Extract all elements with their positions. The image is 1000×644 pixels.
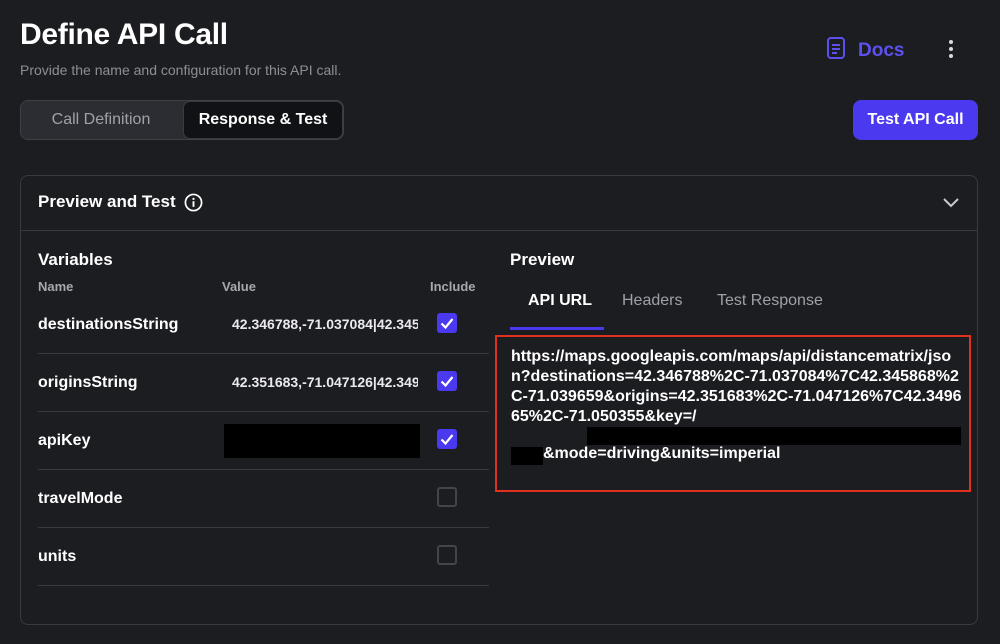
- variable-name: travelMode: [38, 490, 123, 507]
- panel-title: Preview and Test: [38, 192, 176, 211]
- tab-switcher: Call Definition Response & Test: [20, 100, 344, 140]
- chevron-down-icon[interactable]: [942, 195, 960, 213]
- include-checkbox[interactable]: [437, 487, 457, 507]
- variable-name: destinationsString: [38, 316, 179, 333]
- redacted-key: [511, 447, 543, 465]
- variable-row-origins: originsString 42.351683,-71.047126|42.34…: [38, 354, 489, 412]
- test-api-call-button[interactable]: Test API Call: [853, 100, 978, 140]
- column-header-include: Include: [430, 279, 476, 294]
- variable-value-input[interactable]: 42.351683,-71.047126|42.349665,-71.05035…: [232, 374, 418, 390]
- tab-call-definition[interactable]: Call Definition: [21, 101, 181, 139]
- column-header-name: Name: [38, 279, 74, 294]
- column-header-value: Value: [222, 279, 256, 294]
- docs-label: Docs: [858, 39, 905, 61]
- include-checkbox[interactable]: [437, 429, 457, 449]
- page-subtitle: Provide the name and configuration for t…: [20, 62, 342, 78]
- tab-test-response[interactable]: Test Response: [717, 292, 823, 310]
- panel-header[interactable]: Preview and Test: [21, 176, 977, 231]
- variable-row-travelmode: travelMode: [38, 470, 489, 528]
- include-checkbox[interactable]: [437, 545, 457, 565]
- redacted-value[interactable]: [224, 424, 420, 458]
- docs-link[interactable]: Docs: [826, 36, 904, 65]
- tab-api-url[interactable]: API URL: [528, 292, 592, 310]
- include-checkbox[interactable]: [437, 313, 457, 333]
- preview-test-panel: Preview and Test Variables Name Value In…: [20, 175, 978, 625]
- variable-name: originsString: [38, 374, 138, 391]
- variable-row-apikey: apiKey: [38, 412, 489, 470]
- api-url-text: https://maps.googleapis.com/maps/api/dis…: [511, 348, 962, 425]
- variable-name: apiKey: [38, 432, 91, 449]
- variable-row-units: units: [38, 528, 489, 586]
- url-preview-box: https://maps.googleapis.com/maps/api/dis…: [495, 335, 971, 492]
- variables-title: Variables: [38, 250, 113, 269]
- include-checkbox[interactable]: [437, 371, 457, 391]
- variable-value-input[interactable]: 42.346788,-71.037084|42.345868,-71.03965…: [232, 316, 418, 332]
- page-title: Define API Call: [20, 18, 228, 51]
- preview-title: Preview: [510, 250, 575, 269]
- variable-row-destinations: destinationsString 42.346788,-71.037084|…: [38, 296, 489, 354]
- api-url-tail: &mode=driving&units=imperial: [543, 445, 781, 462]
- active-tab-indicator: [510, 327, 604, 330]
- document-icon: [826, 36, 848, 65]
- tab-response-test[interactable]: Response & Test: [183, 101, 343, 139]
- tab-headers[interactable]: Headers: [622, 292, 682, 310]
- info-icon[interactable]: [184, 193, 203, 217]
- variable-name: units: [38, 548, 77, 565]
- redacted-key: [587, 427, 961, 445]
- more-options-icon[interactable]: [940, 36, 962, 62]
